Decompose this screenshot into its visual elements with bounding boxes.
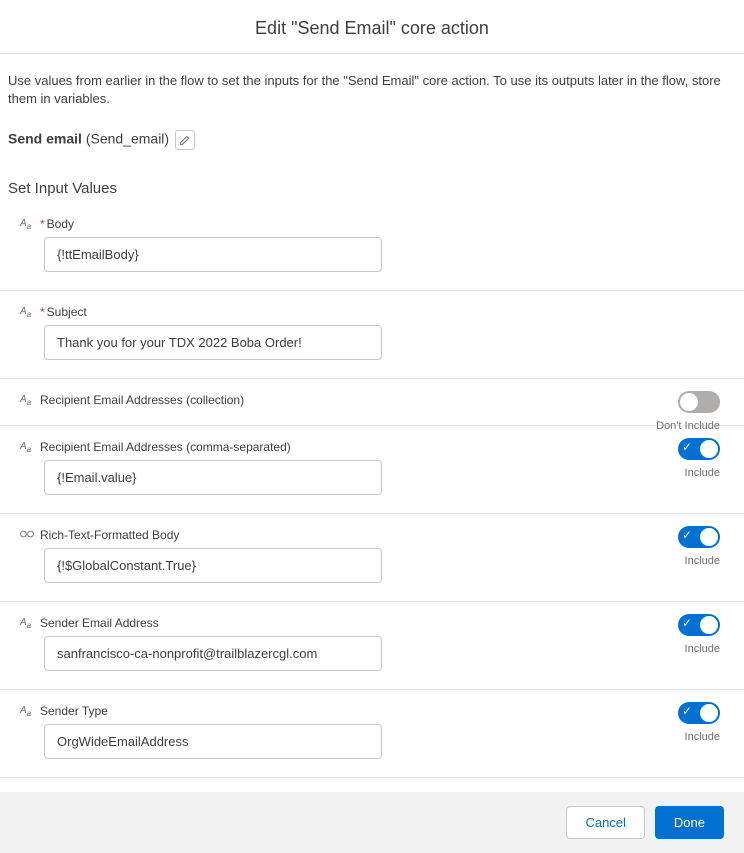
dialog-title: Edit "Send Email" core action bbox=[0, 0, 744, 53]
field-label: Sender Email Address bbox=[40, 616, 159, 630]
done-button[interactable]: Done bbox=[655, 806, 724, 839]
field-subject: Aa *Subject bbox=[0, 291, 744, 379]
action-name-row: Send email (Send_email) bbox=[0, 120, 744, 154]
field-sender-email: Aa Sender Email Address ✓ Include bbox=[0, 602, 744, 690]
text-type-icon: Aa bbox=[20, 306, 34, 319]
text-type-icon: Aa bbox=[20, 394, 34, 407]
rich-text-input[interactable] bbox=[44, 548, 382, 583]
intro-text: Use values from earlier in the flow to s… bbox=[0, 54, 744, 120]
field-rich-text-body: Rich-Text-Formatted Body ✓ Include bbox=[0, 514, 744, 602]
required-marker: * bbox=[40, 217, 45, 231]
sender-type-input[interactable] bbox=[44, 724, 382, 759]
section-heading: Set Input Values bbox=[0, 154, 744, 203]
dialog-footer: Cancel Done bbox=[0, 792, 744, 853]
action-api-name: (Send_email) bbox=[86, 131, 169, 147]
boolean-type-icon bbox=[20, 528, 34, 542]
text-type-icon: Aa bbox=[20, 705, 34, 718]
include-toggle-sender-type[interactable]: ✓ bbox=[678, 702, 720, 724]
toggle-label: Include bbox=[678, 731, 720, 743]
field-label: Body bbox=[47, 217, 74, 231]
text-type-icon: Aa bbox=[20, 218, 34, 231]
text-type-icon: Aa bbox=[20, 617, 34, 630]
recipient-comma-input[interactable] bbox=[44, 460, 382, 495]
field-label: Subject bbox=[47, 305, 87, 319]
include-toggle-sender-email[interactable]: ✓ bbox=[678, 614, 720, 636]
cancel-button[interactable]: Cancel bbox=[566, 806, 644, 839]
text-type-icon: Aa bbox=[20, 441, 34, 454]
field-body: Aa *Body bbox=[0, 203, 744, 291]
toggle-label: Include bbox=[678, 467, 720, 479]
field-recipient-collection: Aa Recipient Email Addresses (collection… bbox=[0, 379, 744, 426]
field-label: Recipient Email Addresses (comma-separat… bbox=[40, 440, 291, 454]
subject-input[interactable] bbox=[44, 325, 382, 360]
toggle-label: Include bbox=[678, 555, 720, 567]
field-recipient-comma: Aa Recipient Email Addresses (comma-sepa… bbox=[0, 426, 744, 514]
edit-action-button[interactable] bbox=[175, 130, 195, 150]
field-label: Recipient Email Addresses (collection) bbox=[40, 393, 244, 407]
sender-email-input[interactable] bbox=[44, 636, 382, 671]
toggle-label: Include bbox=[678, 643, 720, 655]
body-input[interactable] bbox=[44, 237, 382, 272]
field-label: Sender Type bbox=[40, 704, 108, 718]
action-label: Send email bbox=[8, 131, 82, 147]
pencil-icon bbox=[179, 135, 190, 146]
include-toggle-rich-text[interactable]: ✓ bbox=[678, 526, 720, 548]
include-toggle-recipient-collection[interactable] bbox=[678, 391, 720, 413]
required-marker: * bbox=[40, 305, 45, 319]
field-label: Rich-Text-Formatted Body bbox=[40, 528, 179, 542]
include-toggle-recipient-comma[interactable]: ✓ bbox=[678, 438, 720, 460]
field-sender-type: Aa Sender Type ✓ Include bbox=[0, 690, 744, 778]
